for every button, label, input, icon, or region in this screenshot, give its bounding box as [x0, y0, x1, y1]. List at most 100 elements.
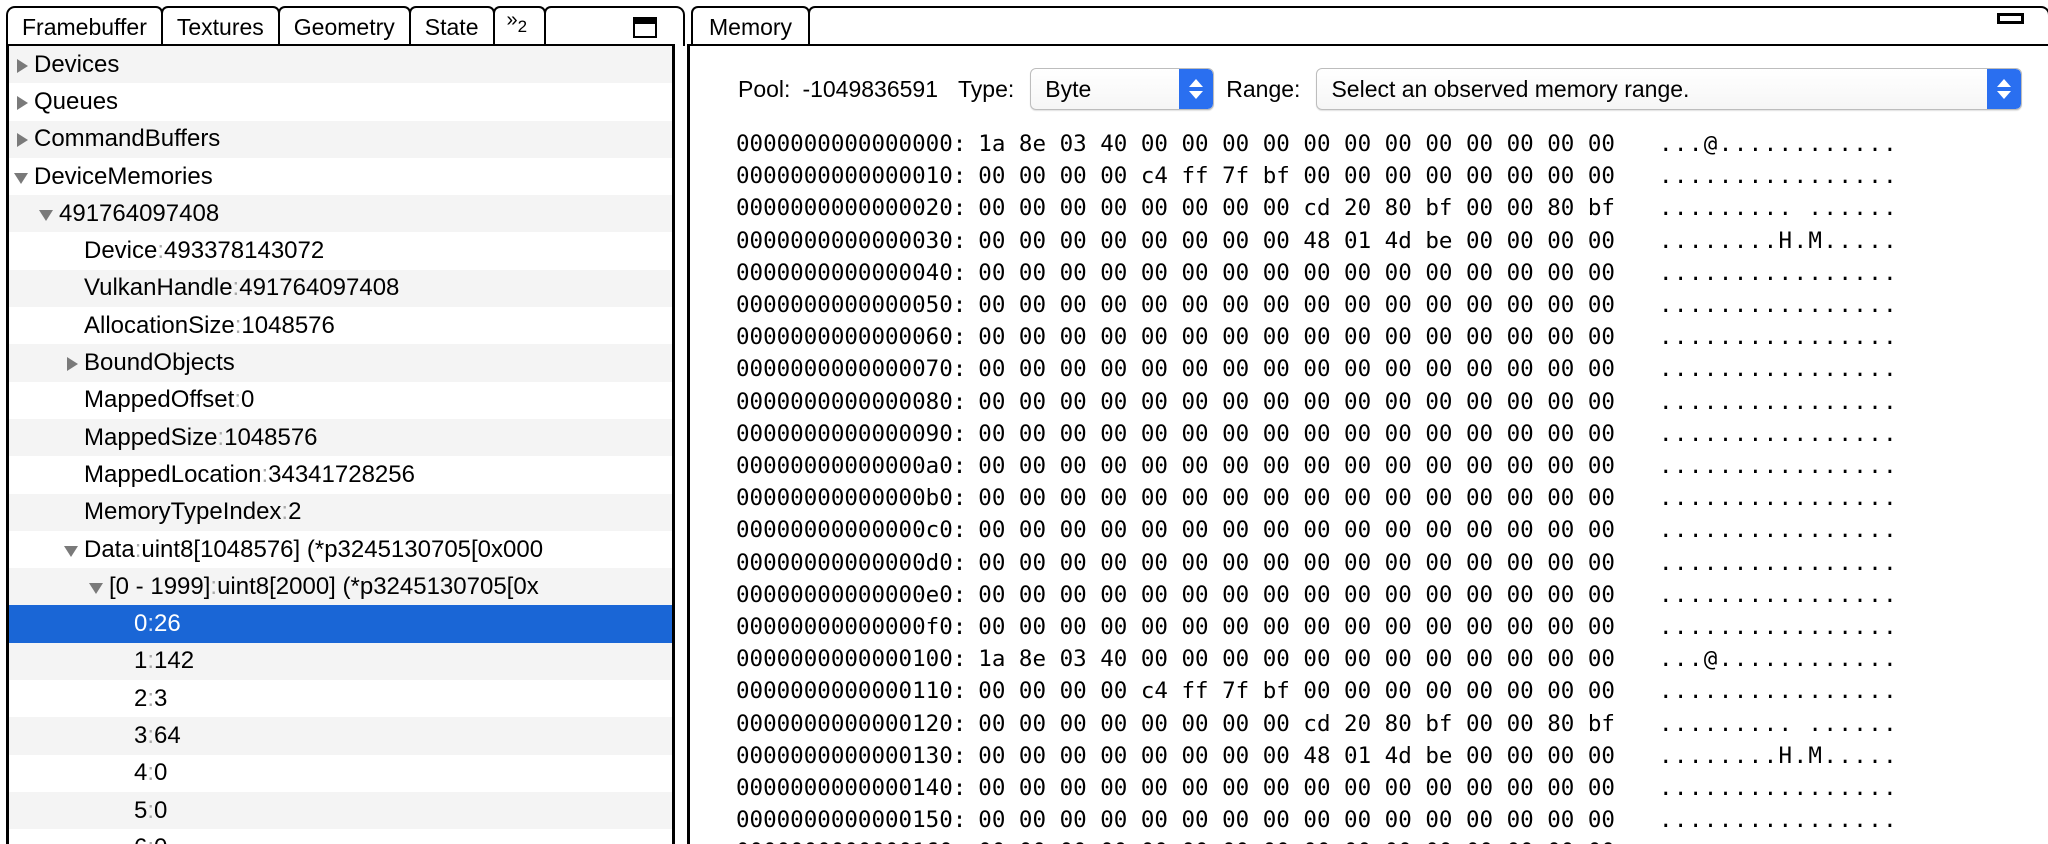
hex-bytes: 00 00 00 00 00 00 00 00 00 00 00 00 00 0…	[978, 356, 1615, 383]
tree-row-value: uint8[2000] (*p3245130705[0x	[217, 572, 539, 600]
hex-dump-row[interactable]: 0000000000000150: 00 00 00 00 00 00 00 00…	[736, 804, 2048, 836]
tree-row-separator: :	[210, 572, 218, 600]
tree-row[interactable]: 6: 0	[9, 829, 672, 844]
hex-bytes: 00 00 00 00 c4 ff 7f bf 00 00 00 00 00 0…	[978, 163, 1615, 190]
tab-textures[interactable]: Textures	[160, 6, 280, 46]
hex-dump-row[interactable]: 0000000000000080: 00 00 00 00 00 00 00 00…	[736, 386, 2048, 418]
triangle-right-icon[interactable]	[63, 354, 81, 372]
tree-row[interactable]: 5: 0	[9, 791, 672, 830]
tree-row[interactable]: MemoryTypeIndex: 2	[9, 493, 672, 531]
tree-row-label: AllocationSize	[84, 311, 235, 339]
tree-row-value: 1048576	[224, 423, 318, 451]
tree-row[interactable]: CommandBuffers	[9, 120, 672, 158]
tree-row-label: 491764097408	[59, 199, 220, 227]
tab-framebuffer[interactable]: Framebuffer	[6, 6, 163, 46]
hex-dump-row[interactable]: 00000000000000f0: 00 00 00 00 00 00 00 00…	[736, 611, 2048, 643]
hex-dump-row[interactable]: 0000000000000010: 00 00 00 00 c4 ff 7f bf…	[736, 160, 2048, 192]
tree-row[interactable]: Data: uint8[1048576] (*p3245130705[0x000	[9, 530, 672, 569]
hex-dump-row[interactable]: 0000000000000060: 00 00 00 00 00 00 00 00…	[736, 321, 2048, 353]
triangle-down-icon[interactable]	[88, 578, 106, 596]
hex-dump-row[interactable]: 00000000000000d0: 00 00 00 00 00 00 00 00…	[736, 547, 2048, 579]
tree-row-separator: :	[147, 721, 155, 749]
tree-row[interactable]: MappedOffset: 0	[9, 381, 672, 419]
tree-row-value: 1048576	[241, 311, 335, 339]
hex-offset: 0000000000000130:	[736, 742, 967, 769]
tree-row[interactable]: AllocationSize: 1048576	[9, 307, 672, 345]
hex-dump-row[interactable]: 0000000000000000: 1a 8e 03 40 00 00 00 00…	[736, 128, 2048, 160]
triangle-down-icon[interactable]	[13, 168, 31, 186]
tab-state[interactable]: State	[408, 6, 495, 46]
hex-ascii: ................	[1658, 453, 1899, 480]
tree-row-label: BoundObjects	[84, 349, 235, 377]
tree-row[interactable]: MappedLocation: 34341728256	[9, 456, 672, 494]
tree-row[interactable]: Device: 493378143072	[9, 232, 672, 270]
triangle-down-icon[interactable]	[63, 541, 81, 559]
tree-row-label: 6	[134, 834, 147, 844]
tree-row-value: 2	[288, 498, 302, 526]
tree-row[interactable]: DeviceMemories	[9, 157, 672, 196]
window-dock-icon	[633, 16, 657, 38]
tree-row-label: VulkanHandle	[84, 274, 233, 302]
range-select[interactable]: Select an observed memory range.	[1316, 68, 2022, 110]
hex-dump-row[interactable]: 0000000000000140: 00 00 00 00 00 00 00 00…	[736, 772, 2048, 804]
tree-row[interactable]: 1: 142	[9, 642, 672, 681]
tree-row-value: 142	[154, 647, 195, 675]
hex-offset: 0000000000000070:	[736, 356, 967, 383]
type-select[interactable]: Byte	[1030, 68, 1215, 110]
hex-dump-row[interactable]: 0000000000000030: 00 00 00 00 00 00 00 00…	[736, 225, 2048, 257]
hex-offset: 0000000000000100:	[736, 646, 967, 673]
tab-geometry[interactable]: Geometry	[277, 6, 411, 46]
hex-dump-row[interactable]: 00000000000000b0: 00 00 00 00 00 00 00 00…	[736, 482, 2048, 514]
tree-row[interactable]: BoundObjects	[9, 344, 672, 382]
hex-ascii: ................	[1658, 388, 1899, 415]
tab-memory[interactable]: Memory	[691, 6, 811, 46]
hex-bytes: 00 00 00 00 00 00 00 00 00 00 00 00 00 0…	[978, 420, 1615, 447]
hex-dump-row[interactable]: 00000000000000c0: 00 00 00 00 00 00 00 00…	[736, 514, 2048, 546]
hex-ascii: ................	[1658, 581, 1899, 608]
tree-row-value: 491764097408	[239, 274, 400, 302]
hex-dump-row[interactable]: 0000000000000090: 00 00 00 00 00 00 00 00…	[736, 418, 2048, 450]
hex-dump-view[interactable]: 0000000000000000: 1a 8e 03 40 00 00 00 00…	[690, 128, 2048, 844]
tree-row[interactable]: 3: 64	[9, 717, 672, 755]
tree-row-value: 0	[154, 834, 167, 844]
hex-dump-row[interactable]: 0000000000000120: 00 00 00 00 00 00 00 00…	[736, 708, 2048, 740]
tree-row[interactable]: MappedSize: 1048576	[9, 418, 672, 457]
hex-bytes: 00 00 00 00 00 00 00 00 00 00 00 00 00 0…	[978, 324, 1615, 351]
vulkan-debugger-window: Framebuffer Textures Geometry State » 2 D…	[0, 0, 2048, 844]
state-tree[interactable]: Devices Queues CommandBuffers DeviceMemorie…	[6, 44, 675, 844]
hex-dump-row[interactable]: 0000000000000040: 00 00 00 00 00 00 00 00…	[736, 257, 2048, 289]
tree-row-separator: :	[232, 274, 240, 302]
dock-float-button[interactable]	[544, 6, 685, 46]
hex-dump-row[interactable]: 0000000000000160: 00 00 00 00 00 00 00 00…	[736, 836, 2048, 844]
hex-dump-row[interactable]: 00000000000000a0: 00 00 00 00 00 00 00 00…	[736, 450, 2048, 482]
tree-row[interactable]: [0 - 1999]: uint8[2000] (*p3245130705[0x	[9, 568, 672, 606]
tree-row[interactable]: Queues	[9, 83, 672, 121]
hex-ascii: ................	[1658, 775, 1899, 802]
tree-row[interactable]: VulkanHandle: 491764097408	[9, 269, 672, 308]
range-select-value: Select an observed memory range.	[1331, 75, 1690, 102]
tree-row[interactable]: 491764097408	[9, 195, 672, 233]
triangle-right-icon[interactable]	[13, 56, 31, 74]
hex-dump-row[interactable]: 0000000000000070: 00 00 00 00 00 00 00 00…	[736, 353, 2048, 385]
triangle-right-icon[interactable]	[13, 130, 31, 148]
triangle-down-icon[interactable]	[38, 205, 56, 223]
hex-dump-row[interactable]: 0000000000000110: 00 00 00 00 c4 ff 7f bf…	[736, 675, 2048, 707]
hex-dump-row[interactable]: 0000000000000100: 1a 8e 03 40 00 00 00 00…	[736, 643, 2048, 675]
tree-row[interactable]: 2: 3	[9, 680, 672, 718]
tree-row-separator: :	[147, 796, 155, 824]
tree-row[interactable]: 4: 0	[9, 754, 672, 792]
hex-dump-row[interactable]: 0000000000000020: 00 00 00 00 00 00 00 00…	[736, 192, 2048, 224]
triangle-right-icon[interactable]	[13, 93, 31, 111]
hex-dump-row[interactable]: 00000000000000e0: 00 00 00 00 00 00 00 00…	[736, 579, 2048, 611]
tree-row[interactable]: Devices	[9, 46, 672, 84]
hex-ascii: ................	[1658, 324, 1899, 351]
tab-memory-label: Memory	[709, 13, 793, 40]
tree-row[interactable]: 0: 26	[9, 605, 672, 643]
minimize-button[interactable]	[808, 6, 2048, 46]
hex-ascii: ........H.M.....	[1658, 227, 1899, 254]
tab-overflow-indicator[interactable]: » 2	[492, 6, 547, 46]
hex-dump-row[interactable]: 0000000000000130: 00 00 00 00 00 00 00 00…	[736, 740, 2048, 772]
hex-dump-row[interactable]: 0000000000000050: 00 00 00 00 00 00 00 00…	[736, 289, 2048, 321]
